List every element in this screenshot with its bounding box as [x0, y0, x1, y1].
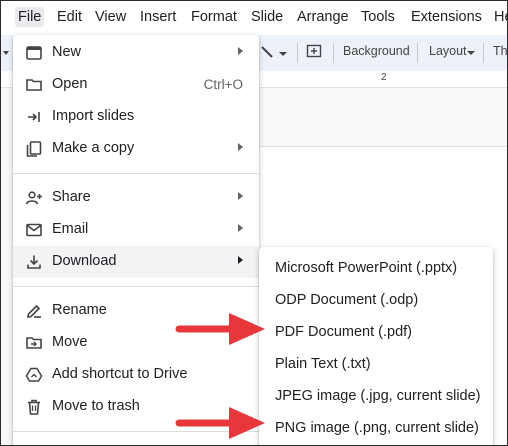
menu-item-label: Import slides: [52, 108, 135, 124]
app-window: File Edit View Insert Format Slide Arran…: [0, 0, 508, 446]
submenu-item-label: JPEG image (.jpg, current slide): [275, 388, 481, 404]
menu-divider: [13, 286, 259, 287]
menu-item-label: Rename: [52, 302, 107, 318]
download-submenu: Microsoft PowerPoint (.pptx) ODP Documen…: [259, 247, 493, 445]
submenu-item-label: Plain Text (.txt): [275, 356, 371, 372]
submenu-arrow-icon: [238, 47, 243, 55]
share-person-icon: [25, 189, 43, 207]
menu-arrange[interactable]: Arrange: [294, 7, 352, 27]
line-tool-icon[interactable]: [259, 44, 275, 60]
layout-dropdown-icon[interactable]: [467, 51, 475, 55]
download-pdf-item[interactable]: PDF Document (.pdf): [259, 317, 493, 349]
menu-divider: [13, 173, 259, 174]
menu-item-label: Share: [52, 189, 91, 205]
menu-item-open[interactable]: Open Ctrl+O: [13, 69, 259, 101]
theme-button[interactable]: Th: [493, 44, 507, 58]
menu-item-label: Open: [52, 76, 88, 92]
new-slide-icon: [25, 44, 43, 62]
download-odp-item[interactable]: ODP Document (.odp): [259, 285, 493, 317]
menu-edit[interactable]: Edit: [54, 7, 85, 27]
email-icon: [25, 221, 43, 239]
submenu-item-label: ODP Document (.odp): [275, 292, 419, 308]
menu-item-label: Make a copy: [52, 140, 135, 156]
menu-insert[interactable]: Insert: [137, 7, 179, 27]
menu-help[interactable]: He: [491, 7, 507, 27]
dropdown-caret-icon[interactable]: [3, 51, 9, 55]
import-icon: [25, 108, 43, 126]
copy-icon: [25, 140, 43, 158]
submenu-arrow-icon: [238, 256, 243, 264]
menu-item-add-shortcut-to-drive[interactable]: Add shortcut to Drive: [13, 359, 259, 391]
drive-shortcut-icon: [25, 366, 43, 384]
menu-item-make-a-copy[interactable]: Make a copy: [13, 133, 259, 165]
menu-format[interactable]: Format: [188, 7, 240, 27]
menu-item-import-slides[interactable]: Import slides: [13, 101, 259, 133]
download-txt-item[interactable]: Plain Text (.txt): [259, 349, 493, 381]
submenu-item-label: PDF Document (.pdf): [275, 324, 412, 340]
menu-item-label: Move: [52, 334, 88, 350]
red-arrow-icon: [175, 313, 265, 345]
rename-icon: [25, 302, 43, 320]
background-button[interactable]: Background: [343, 44, 410, 58]
submenu-arrow-icon: [238, 143, 243, 151]
menu-extensions[interactable]: Extensions: [408, 7, 485, 27]
submenu-item-label: PNG image (.png, current slide): [275, 420, 479, 436]
menu-item-label: New: [52, 44, 82, 60]
layout-button[interactable]: Layout: [429, 44, 467, 58]
trash-icon: [25, 398, 43, 416]
submenu-arrow-icon: [238, 192, 243, 200]
menu-item-new[interactable]: New: [13, 37, 259, 69]
menu-item-download[interactable]: Download: [13, 246, 259, 278]
add-comment-icon[interactable]: [306, 44, 322, 60]
file-menu: New Open Ctrl+O Import slides Make a cop…: [13, 35, 259, 445]
toolbar-divider: [483, 43, 484, 63]
menu-file[interactable]: File: [15, 7, 45, 27]
menu-item-label: Add shortcut to Drive: [52, 366, 188, 382]
download-jpeg-item[interactable]: JPEG image (.jpg, current slide): [259, 381, 493, 413]
menu-item-label: Email: [52, 221, 89, 237]
toolbar-divider: [333, 43, 334, 63]
toolbar-divider: [417, 43, 418, 63]
menu-slide[interactable]: Slide: [248, 7, 286, 27]
menu-bar: File Edit View Insert Format Slide Arran…: [1, 1, 507, 33]
line-dropdown-icon[interactable]: [279, 52, 287, 56]
menu-view[interactable]: View: [92, 7, 129, 27]
submenu-arrow-icon: [238, 224, 243, 232]
menu-item-email[interactable]: Email: [13, 214, 259, 246]
download-icon: [25, 253, 43, 271]
download-png-item[interactable]: PNG image (.png, current slide): [259, 413, 493, 445]
submenu-item-label: Microsoft PowerPoint (.pptx): [275, 260, 458, 276]
menu-item-label: Download: [52, 253, 117, 269]
ruler-mark: 2: [381, 72, 387, 83]
move-folder-icon: [25, 334, 43, 352]
folder-icon: [25, 76, 43, 94]
toolbar-divider: [297, 43, 298, 63]
menu-item-share[interactable]: Share: [13, 182, 259, 214]
menu-item-label: Move to trash: [52, 398, 140, 414]
red-arrow-icon: [175, 407, 265, 439]
download-pptx-item[interactable]: Microsoft PowerPoint (.pptx): [259, 253, 493, 285]
shortcut-text: Ctrl+O: [203, 77, 243, 92]
menu-tools[interactable]: Tools: [358, 7, 398, 27]
